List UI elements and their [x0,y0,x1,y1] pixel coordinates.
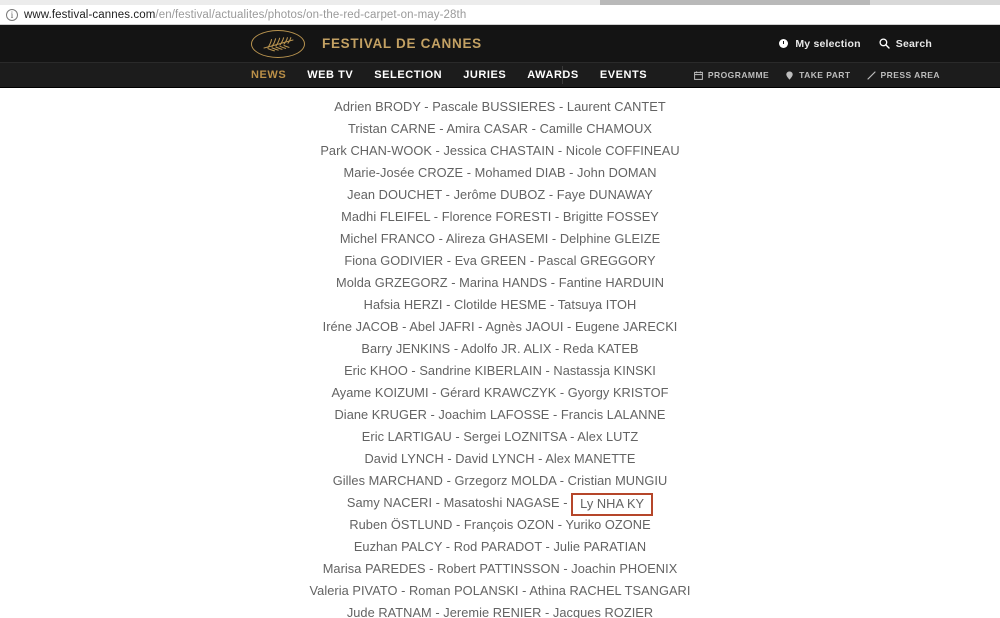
nav-item-web-tv[interactable]: WEB TV [307,63,353,88]
tab-strip-left[interactable] [0,0,600,5]
my-selection-label: My selection [795,37,861,50]
url-host: www.festival-cannes.com [24,8,156,21]
list-item: Jude RATNAM - Jeremie RENIER - Jacques R… [346,605,654,618]
calendar-icon [694,70,703,80]
list-item: Marie-Josée CROZE - Mohamed DIAB - John … [343,165,657,180]
header-utilities: My selection Search [778,25,932,62]
info-icon[interactable]: i [6,8,18,21]
list-item: Madhi FLEIFEL - Florence FORESTI - Brigi… [341,209,659,224]
list-item: Barry JENKINS - Adolfo JR. ALIX - Reda K… [361,341,639,356]
list-item: Fiona GODIVIER - Eva GREEN - Pascal GREG… [344,253,656,268]
browser-tab-strip[interactable] [0,0,1000,5]
search-link[interactable]: Search [879,38,932,50]
url-text[interactable]: www.festival-cannes.com/en/festival/actu… [24,9,466,21]
list-item: Tristan CARNE - Amira CASAR - Camille CH… [348,121,652,136]
url-path: /en/festival/actualites/photos/on-the-re… [155,8,467,21]
nav-item-take-part[interactable]: TAKE PART [785,70,850,80]
nav-item-take-part-label: TAKE PART [799,70,851,80]
list-item: Adrien BRODY - Pascale BUSSIERES - Laure… [334,99,666,114]
list-item: Michel FRANCO - Alireza GHASEMI - Delphi… [339,231,661,246]
list-item-prefix: Samy NACERI - Masatoshi NAGASE - [346,495,572,510]
browser-url-bar[interactable]: i www.festival-cannes.com/en/festival/ac… [0,5,1000,25]
highlighted-name[interactable]: Ly NHA KY [571,493,654,516]
list-item: Marisa PAREDES - Robert PATTINSSON - Joa… [322,561,678,576]
nav-item-juries[interactable]: JURIES [463,63,506,88]
active-tab[interactable] [600,0,870,5]
list-item: Gilles MARCHAND - Grzegorz MOLDA - Crist… [332,473,668,488]
nav-main: NEWS WEB TV SELECTION JURIES AWARDS EVEN… [251,63,647,87]
nav-item-awards[interactable]: AWARDS [527,63,579,88]
nav-secondary: PROGRAMME TAKE PART PRESS AREA [694,63,940,87]
list-item: Euzhan PALCY - Rod PARADOT - Julie PARAT… [353,539,647,554]
nav-item-news[interactable]: NEWS [251,63,286,88]
list-item: Eric KHOO - Sandrine KIBERLAIN - Nastass… [344,363,656,378]
search-label: Search [895,37,932,50]
browser-chrome: i www.festival-cannes.com/en/festival/ac… [0,0,1000,25]
palm-leaf-logo-icon [251,29,305,58]
brand-title: FESTIVAL DE CANNES [322,36,482,51]
nav-item-press-area[interactable]: PRESS AREA [866,70,940,80]
list-item: Diane KRUGER - Joachim LAFOSSE - Francis… [334,407,666,422]
pen-icon [866,70,876,80]
clock-icon [778,38,789,49]
list-item: Molda GRZEGORZ - Marina HANDS - Fantine … [335,275,665,290]
brand-block[interactable]: FESTIVAL DE CANNES [251,29,482,58]
pin-icon [785,71,794,80]
list-item: Hafsia HERZI - Clotilde HESME - Tatsuya … [363,297,637,312]
my-selection-link[interactable]: My selection [778,37,861,50]
site-header: FESTIVAL DE CANNES My selection Search [0,25,1000,63]
nav-divider [562,66,563,84]
nav-item-selection[interactable]: SELECTION [374,63,442,88]
list-item: Ayame KOIZUMI - Gérard KRAWCZYK - Gyorgy… [331,385,669,400]
list-item: Valeria PIVATO - Roman POLANSKI - Athina… [309,583,691,598]
list-item: Ruben ÖSTLUND - François OZON - Yuriko O… [349,517,651,532]
list-item: Park CHAN-WOOK - Jessica CHASTAIN - Nico… [320,143,680,158]
nav-item-events[interactable]: EVENTS [600,63,647,88]
list-item: Iréne JACOB - Abel JAFRI - Agnès JAOUI -… [322,319,678,334]
list-item: David LYNCH - David LYNCH - Alex MANETTE [364,451,636,466]
list-item: Eric LARTIGAU - Sergei LOZNITSA - Alex L… [361,429,639,444]
site-nav: NEWS WEB TV SELECTION JURIES AWARDS EVEN… [0,63,1000,88]
nav-item-programme[interactable]: PROGRAMME [694,70,769,80]
list-item: Jean DOUCHET - Jerôme DUBOZ - Faye DUNAW… [347,187,653,202]
nav-item-programme-label: PROGRAMME [707,70,770,80]
list-item-highlighted: Samy NACERI - Masatoshi NAGASE - Ly NHA … [0,492,1000,516]
search-icon [879,38,890,49]
nav-item-press-area-label: PRESS AREA [880,70,940,80]
photo-caption-list: Adrien BRODY - Pascale BUSSIERES - Laure… [0,88,1000,618]
